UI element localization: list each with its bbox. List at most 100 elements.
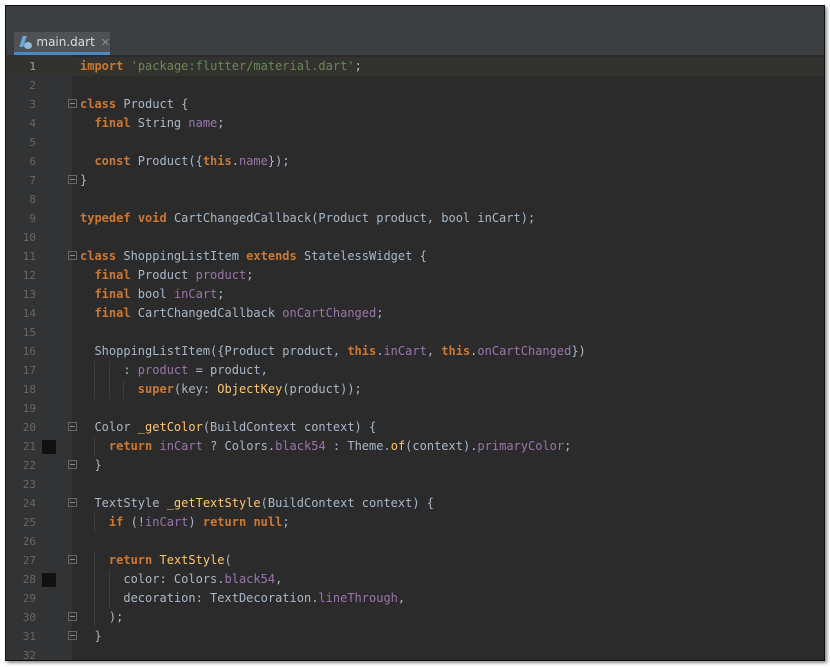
code-token: onCartChanged	[477, 344, 572, 358]
code-token: ;	[246, 268, 254, 282]
line-number: 8	[29, 193, 36, 206]
code-line[interactable]: 7}	[6, 171, 824, 190]
code-token: lineThrough	[318, 591, 398, 605]
code-token: Product({	[130, 154, 203, 168]
code-line[interactable]: 11 class ShoppingListItem extends Statele…	[6, 247, 824, 266]
line-number: 30	[22, 611, 36, 624]
line-number: 4	[29, 117, 36, 130]
fold-toggle-icon[interactable]	[68, 460, 77, 469]
code-token: name	[188, 116, 218, 130]
code-line[interactable]: 8	[6, 190, 824, 209]
code-line[interactable]: 5	[6, 133, 824, 152]
code-line[interactable]: 28 color: Colors.black54,	[6, 570, 824, 589]
code-line[interactable]: 23	[6, 475, 824, 494]
code-token: ShoppingListItem	[116, 249, 247, 263]
code-token: ObjectKey	[217, 382, 283, 396]
code-token: (	[224, 553, 232, 567]
code-line[interactable]: 10	[6, 228, 824, 247]
code-token: TextStyle	[80, 496, 167, 510]
code-editor[interactable]: 1 import 'package:flutter/material.dart';…	[6, 57, 824, 660]
code-line[interactable]: 4 final String name;	[6, 114, 824, 133]
code-token: (context).	[405, 439, 478, 453]
code-token: name	[238, 154, 268, 168]
code-line[interactable]: 13 final bool inCart;	[6, 285, 824, 304]
code-token: }	[80, 629, 102, 643]
fold-toggle-icon[interactable]	[68, 422, 77, 431]
close-tab-icon[interactable]: ✕	[101, 36, 110, 49]
code-token: 'package:flutter/material.dart'	[130, 59, 355, 73]
tab-label: main.dart	[36, 35, 95, 49]
code-token: class	[80, 249, 117, 263]
code-line[interactable]: 31 }	[6, 627, 824, 646]
fold-toggle-icon[interactable]	[68, 251, 77, 260]
line-number: 3	[29, 98, 36, 111]
line-number: 28	[22, 573, 36, 586]
code-text: final Product product;	[80, 266, 253, 285]
line-number: 1	[29, 60, 36, 73]
fold-toggle-icon[interactable]	[68, 175, 77, 184]
code-line[interactable]: 15	[6, 323, 824, 342]
fold-toggle-icon[interactable]	[68, 99, 77, 108]
code-token: .	[231, 154, 239, 168]
code-token: extends	[246, 249, 297, 263]
code-line[interactable]: 12 final Product product;	[6, 266, 824, 285]
code-token: this	[202, 154, 232, 168]
tab-main-dart[interactable]: main.dart ✕	[14, 32, 110, 55]
code-line[interactable]: 27 return TextStyle(	[6, 551, 824, 570]
code-text: class Product {	[80, 95, 188, 114]
code-line[interactable]: 19	[6, 399, 824, 418]
code-line[interactable]: 17 : product = product,	[6, 361, 824, 380]
code-token: typedef	[80, 211, 131, 225]
line-number: 11	[22, 250, 36, 263]
line-number: 6	[29, 155, 36, 168]
code-token: (!	[123, 515, 146, 529]
fold-toggle-icon[interactable]	[68, 555, 77, 564]
code-line[interactable]: 21 return inCart ? Colors.black54 : Them…	[6, 437, 824, 456]
code-token: (key:	[173, 382, 218, 396]
code-text: final bool inCart;	[80, 285, 224, 304]
code-line[interactable]: 3 class Product {	[6, 95, 824, 114]
code-line[interactable]: 32	[6, 646, 824, 660]
code-token: onCartChanged	[282, 306, 377, 320]
code-line[interactable]: 9 typedef void CartChangedCallback(Produc…	[6, 209, 824, 228]
code-line[interactable]: 25 if (!inCart) return null;	[6, 513, 824, 532]
line-number: 13	[22, 288, 36, 301]
code-line[interactable]: 16 ShoppingListItem({Product product, th…	[6, 342, 824, 361]
code-text: );	[80, 608, 123, 627]
gutter-color-swatch[interactable]	[42, 573, 56, 587]
code-line[interactable]: 29 decoration: TextDecoration.lineThroug…	[6, 589, 824, 608]
line-number: 26	[22, 535, 36, 548]
code-token: Product	[130, 268, 196, 282]
code-line[interactable]: 30 );	[6, 608, 824, 627]
code-line[interactable]: 2	[6, 76, 824, 95]
code-line[interactable]: 1 import 'package:flutter/material.dart';	[6, 57, 824, 76]
gutter-color-swatch[interactable]	[42, 440, 56, 454]
code-line[interactable]: 22 }	[6, 456, 824, 475]
code-token: CartChangedCallback(Product product, boo…	[166, 211, 536, 225]
code-token: _getColor	[137, 420, 203, 434]
code-token: void	[137, 211, 167, 225]
code-line[interactable]: 24 TextStyle _getTextStyle(BuildContext …	[6, 494, 824, 513]
editor-tab-bar: main.dart ✕	[6, 6, 824, 55]
line-number: 31	[22, 630, 36, 643]
code-line[interactable]: 20 Color _getColor(BuildContext context)…	[6, 418, 824, 437]
code-text: final CartChangedCallback onCartChanged;	[80, 304, 383, 323]
fold-toggle-icon[interactable]	[68, 631, 77, 640]
code-token: String	[130, 116, 189, 130]
code-line[interactable]: 14 final CartChangedCallback onCartChang…	[6, 304, 824, 323]
code-line[interactable]: 6 const Product({this.name});	[6, 152, 824, 171]
code-line[interactable]: 26	[6, 532, 824, 551]
code-line[interactable]: 18 super(key: ObjectKey(product));	[6, 380, 824, 399]
fold-toggle-icon[interactable]	[68, 498, 77, 507]
code-token: of	[390, 439, 406, 453]
line-number: 21	[22, 440, 36, 453]
code-token: this	[441, 344, 471, 358]
fold-toggle-icon[interactable]	[68, 612, 77, 621]
